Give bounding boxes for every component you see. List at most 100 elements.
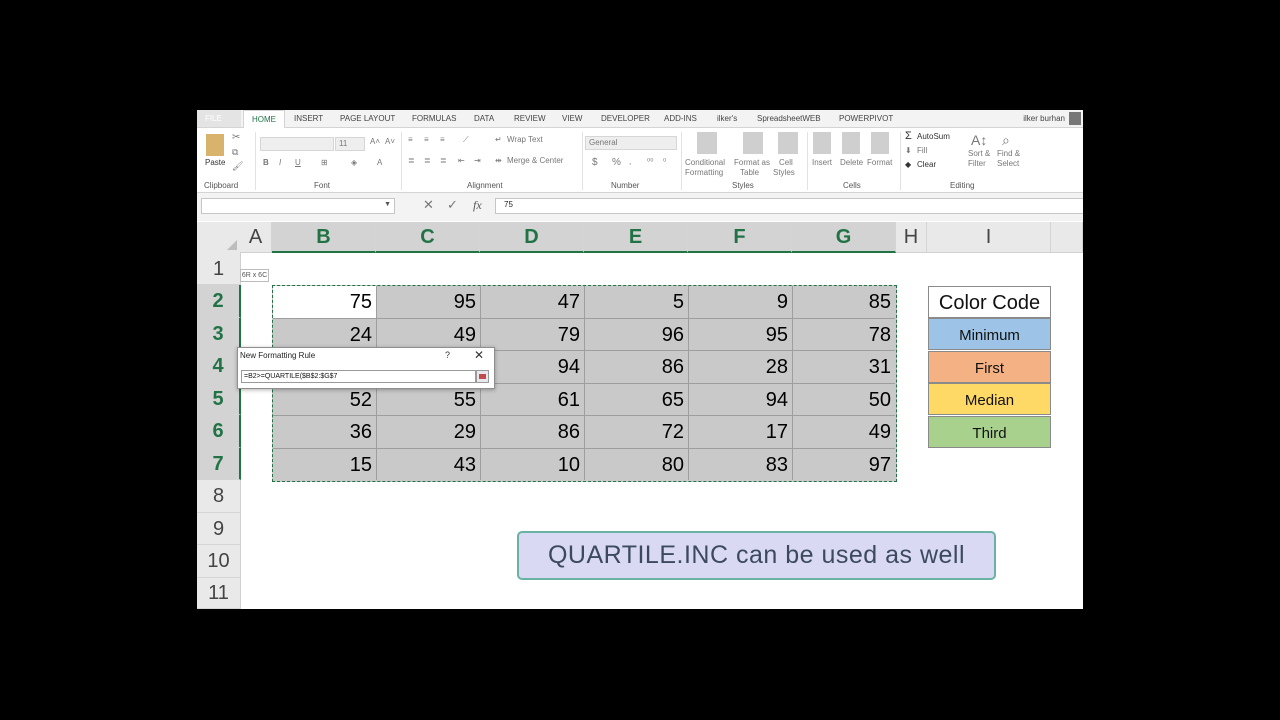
tab-home[interactable]: HOME	[243, 110, 285, 129]
find-select-button[interactable]: Find &	[997, 149, 1020, 158]
conditional-formatting-button[interactable]: Conditional	[685, 158, 725, 167]
fill-color-icon[interactable]: ◈	[351, 158, 357, 167]
format-as-table-icon[interactable]	[743, 132, 763, 154]
font-color-icon[interactable]: A	[377, 158, 382, 167]
row-header-3[interactable]: 3	[197, 318, 241, 350]
row-header-6[interactable]: 6	[197, 415, 241, 448]
sort-filter-icon[interactable]: A↕	[971, 132, 987, 148]
column-header-d[interactable]: D	[480, 222, 584, 253]
grow-font-icon[interactable]: A˄	[370, 137, 380, 146]
delete-cells-button[interactable]: Delete	[840, 158, 863, 167]
format-as-table-button[interactable]: Format as	[734, 158, 770, 167]
row-header-10[interactable]: 10	[197, 545, 241, 578]
font-name-box[interactable]	[260, 137, 334, 151]
percent-button[interactable]: %	[612, 157, 621, 168]
number-format-select[interactable]: General	[585, 136, 677, 150]
close-button[interactable]: ✕	[474, 348, 484, 362]
currency-button[interactable]: $	[592, 157, 598, 168]
group-divider	[255, 132, 256, 190]
tab-file[interactable]: FILE	[197, 110, 241, 127]
align-bottom-icon[interactable]: ≡	[440, 135, 445, 144]
copy-icon[interactable]: ⧉	[232, 147, 238, 158]
column-header-h[interactable]: H	[896, 222, 927, 253]
delete-cells-icon[interactable]	[842, 132, 860, 154]
row-header-9[interactable]: 9	[197, 513, 241, 545]
select-all-button[interactable]	[197, 222, 241, 254]
shrink-font-icon[interactable]: A˅	[385, 137, 395, 146]
tab-page-layout[interactable]: PAGE LAYOUT	[340, 110, 395, 127]
editing-group-label: Editing	[950, 181, 975, 190]
column-header-a[interactable]: A	[240, 222, 272, 253]
tab-ilkers[interactable]: ilker's	[717, 110, 737, 127]
decrease-decimal-icon[interactable]: ⁰	[663, 157, 666, 166]
name-box[interactable]: ▼	[201, 198, 395, 214]
tab-view[interactable]: VIEW	[562, 110, 582, 127]
tab-data[interactable]: DATA	[474, 110, 494, 127]
column-header-e[interactable]: E	[584, 222, 688, 253]
borders-icon[interactable]: ⊞	[321, 158, 328, 167]
clear-button[interactable]: Clear	[917, 160, 936, 169]
increase-decimal-icon[interactable]: ⁰⁰	[647, 157, 653, 166]
comma-style-icon[interactable]: ,	[629, 157, 631, 166]
tab-formulas[interactable]: FORMULAS	[412, 110, 456, 127]
bold-icon[interactable]: B	[263, 158, 269, 167]
chevron-down-icon[interactable]: ▼	[384, 201, 391, 208]
orientation-icon[interactable]: ⟋	[463, 135, 469, 145]
row-header-8[interactable]: 8	[197, 480, 241, 513]
tab-insert[interactable]: INSERT	[294, 110, 323, 127]
row-header-11[interactable]: 11	[197, 578, 241, 609]
row-header-5[interactable]: 5	[197, 383, 241, 415]
tab-add-ins[interactable]: ADD-INS	[664, 110, 697, 127]
insert-cells-icon[interactable]	[813, 132, 831, 154]
italic-icon[interactable]: I	[279, 158, 281, 167]
font-size-box[interactable]: 11	[335, 137, 365, 151]
column-header-i[interactable]: I	[927, 222, 1051, 253]
tab-spreadsheetweb[interactable]: SpreadsheetWEB	[757, 110, 821, 127]
increase-indent-icon[interactable]: ⇥	[474, 156, 481, 165]
merge-center-button[interactable]: Merge & Center	[507, 156, 563, 165]
enter-icon[interactable]: ✓	[447, 198, 458, 212]
cell-styles-button[interactable]: Cell	[779, 158, 793, 167]
conditional-formatting-icon[interactable]	[697, 132, 717, 154]
row-header-1[interactable]: 1	[197, 253, 241, 285]
sort-filter-button[interactable]: Sort &	[968, 149, 990, 158]
cancel-icon[interactable]: ✕	[423, 198, 434, 212]
avatar[interactable]	[1069, 112, 1081, 125]
column-header-f[interactable]: F	[688, 222, 792, 253]
help-button[interactable]: ?	[445, 350, 450, 360]
underline-icon[interactable]: U	[295, 158, 301, 167]
paste-button[interactable]: Paste	[205, 158, 225, 167]
paste-icon[interactable]	[206, 134, 224, 156]
tab-powerpivot[interactable]: POWERPIVOT	[839, 110, 893, 127]
row-header-4[interactable]: 4	[197, 350, 241, 383]
rule-formula-input[interactable]: =B2>=QUARTILE($B$2:$G$7	[241, 370, 476, 383]
number-group-label: Number	[611, 181, 640, 190]
tab-developer[interactable]: DEVELOPER	[601, 110, 650, 127]
cell-styles-icon[interactable]	[778, 132, 798, 154]
format-painter-icon[interactable]: 🖌	[232, 161, 243, 172]
insert-cells-button[interactable]: Insert	[812, 158, 832, 167]
align-left-icon[interactable]: ≣	[408, 156, 415, 165]
align-center-icon[interactable]: ≣	[424, 156, 431, 165]
column-header-g[interactable]: G	[792, 222, 896, 253]
align-top-icon[interactable]: ≡	[408, 135, 413, 144]
column-header-c[interactable]: C	[376, 222, 480, 253]
column-header-b[interactable]: B	[272, 222, 376, 253]
row-header-2[interactable]: 2	[197, 285, 241, 318]
formula-input[interactable]: 75	[495, 198, 1083, 214]
format-cells-icon[interactable]	[871, 132, 889, 154]
row-header-7[interactable]: 7	[197, 448, 241, 480]
user-name[interactable]: ilker burhan	[1023, 110, 1065, 127]
wrap-text-button[interactable]: Wrap Text	[507, 135, 543, 144]
insert-function-icon[interactable]: fx	[473, 198, 482, 212]
align-right-icon[interactable]: ≣	[440, 156, 447, 165]
format-cells-button[interactable]: Format	[867, 158, 892, 167]
fill-button[interactable]: Fill	[917, 146, 927, 155]
decrease-indent-icon[interactable]: ⇤	[458, 156, 465, 165]
cut-icon[interactable]: ✂	[232, 132, 240, 143]
find-select-icon[interactable]: ⌕	[1002, 132, 1010, 149]
tab-review[interactable]: REVIEW	[514, 110, 546, 127]
align-middle-icon[interactable]: ≡	[424, 135, 429, 144]
collapse-dialog-button[interactable]	[476, 370, 489, 383]
autosum-button[interactable]: AutoSum	[917, 132, 950, 141]
